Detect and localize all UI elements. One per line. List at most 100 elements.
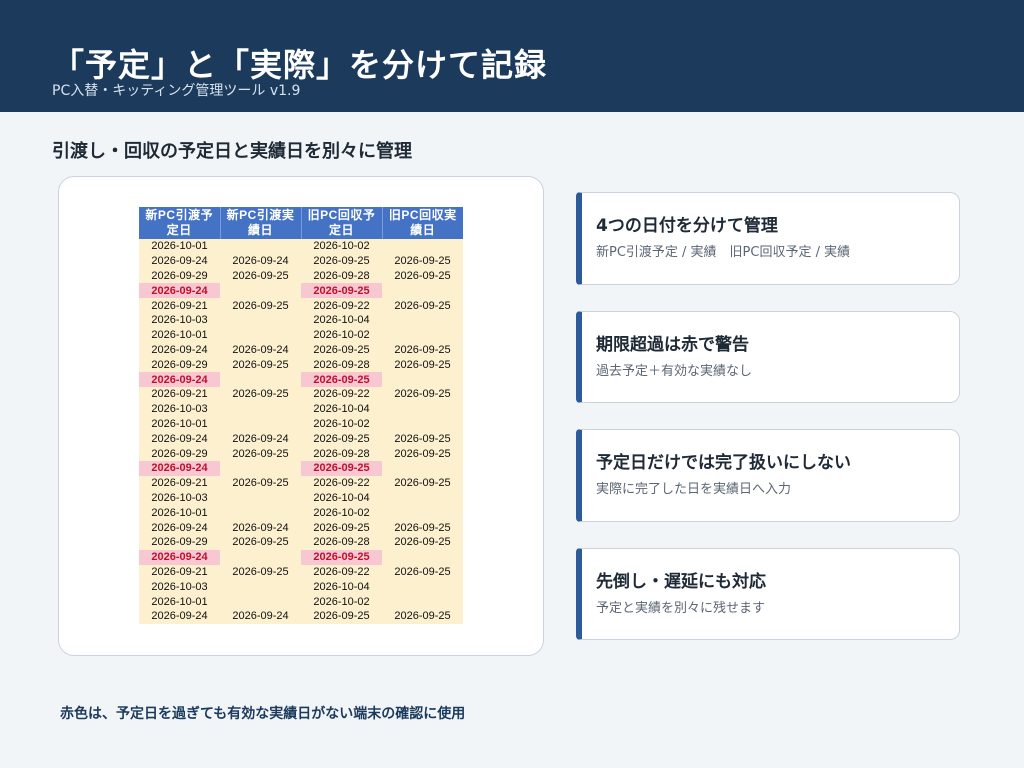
table-cell [220,401,301,417]
table-cell [382,579,463,595]
feature-card: 4つの日付を分けて管理 新PC引渡予定 / 実績 旧PC回収予定 / 実績 [576,192,960,285]
table-cell: 2026-09-28 [301,446,382,461]
table-cell [220,549,301,565]
card-description: 実際に完了した日を実績日へ入力 [596,482,792,497]
table-cell: 2026-09-25 [301,342,382,358]
table-cell: 2026-10-04 [301,312,382,328]
table-cell: 2026-09-24 [139,608,220,624]
table-cell: 2026-09-22 [301,564,382,580]
table-row: 2026-10-01 2026-10-02 [139,239,463,254]
table-row: 2026-09-24 2026-09-25 [139,549,463,565]
table-cell: 2026-09-25 [301,608,382,624]
table-cell: 2026-09-25 [301,283,382,299]
table-cell: 2026-09-22 [301,475,382,491]
table-cell: 2026-09-21 [139,564,220,580]
table-cell: 2026-10-01 [139,327,220,343]
table-cell: 2026-09-25 [220,446,301,461]
table-cell [382,490,463,506]
table-cell [220,327,301,343]
table-cell: 2026-10-03 [139,579,220,595]
table-cell [220,505,301,521]
table-cell [220,283,301,299]
table-cell: 2026-09-24 [139,253,220,269]
table-cell: 2026-09-21 [139,298,220,313]
card-title: 4つの日付を分けて管理 [596,216,778,236]
table-row: 2026-09-29 2026-09-25 2026-09-28 2026-09-25 [139,268,463,284]
table-row: 2026-10-01 2026-10-02 [139,327,463,343]
table-cell: 2026-09-25 [220,298,301,313]
table-row: 2026-09-21 2026-09-25 2026-09-22 2026-09-25 [139,386,463,402]
table-cell: 2026-10-01 [139,594,220,609]
table-cell: 2026-10-02 [301,416,382,432]
table-cell: 2026-10-01 [139,239,220,254]
table-cell: 2026-09-25 [382,268,463,284]
page-subtitle: PC入替・キッティング管理ツール v1.9 [52,83,301,99]
feature-card: 予定日だけでは完了扱いにしない 実際に完了した日を実績日へ入力 [576,429,960,522]
table-row: 2026-10-01 2026-10-02 [139,505,463,521]
table-cell: 2026-09-25 [382,298,463,313]
table-cell: 2026-09-25 [301,253,382,269]
table-cell: 2026-10-03 [139,401,220,417]
table-cell: 2026-10-04 [301,490,382,506]
table-cell [220,416,301,432]
table-row: 2026-09-24 2026-09-24 2026-09-25 2026-09-25 [139,431,463,447]
table-cell: 2026-09-25 [382,253,463,269]
table-cell [220,460,301,476]
table-cell: 2026-09-25 [301,520,382,535]
table-row: 2026-09-24 2026-09-24 2026-09-25 2026-09-25 [139,253,463,269]
card-title: 予定日だけでは完了扱いにしない [596,453,851,473]
table-cell: 2026-09-25 [220,268,301,284]
header-banner: 「予定」と「実際」を分けて記録 PC入替・キッティング管理ツール v1.9 [0,0,1024,112]
table-cell: 2026-09-24 [220,431,301,447]
table-cell [382,372,463,387]
column-header: 旧PC回収実績日 [382,207,463,239]
table-row: 2026-09-21 2026-09-25 2026-09-22 2026-09-25 [139,564,463,580]
table-row: 2026-09-24 2026-09-24 2026-09-25 2026-09-25 [139,342,463,358]
table-cell: 2026-09-25 [220,564,301,580]
table-cell: 2026-09-25 [220,475,301,491]
feature-card: 期限超過は赤で警告 過去予定＋有効な実績なし [576,311,960,403]
table-cell: 2026-09-29 [139,357,220,373]
table-cell: 2026-09-25 [382,534,463,550]
table-cell [220,312,301,328]
table-cell: 2026-09-24 [220,342,301,358]
table-cell: 2026-09-25 [301,372,382,387]
table-row: 2026-09-24 2026-09-25 [139,372,463,387]
table-cell: 2026-10-02 [301,327,382,343]
table-row: 2026-10-03 2026-10-04 [139,579,463,595]
table-cell [220,594,301,609]
table-cell: 2026-09-24 [139,549,220,565]
table-cell: 2026-10-01 [139,416,220,432]
table-cell: 2026-09-25 [382,475,463,491]
table-cell: 2026-09-29 [139,446,220,461]
table-cell: 2026-09-25 [382,520,463,535]
table-cell: 2026-09-28 [301,357,382,373]
table-cell [382,460,463,476]
table-row: 2026-09-24 2026-09-25 [139,283,463,299]
table-row: 2026-09-29 2026-09-25 2026-09-28 2026-09-25 [139,534,463,550]
table-header-row: 新PC引渡予定日 新PC引渡実績日 旧PC回収予定日 旧PC回収実績日 [139,207,463,239]
column-header: 新PC引渡実績日 [220,207,302,239]
table-row: 2026-09-21 2026-09-25 2026-09-22 2026-09-25 [139,298,463,313]
spreadsheet-panel: 新PC引渡予定日 新PC引渡実績日 旧PC回収予定日 旧PC回収実績日 2026… [58,176,544,656]
table-cell [220,372,301,387]
table-row: 2026-10-01 2026-10-02 [139,416,463,432]
table-cell [382,239,463,254]
table-cell: 2026-09-25 [382,608,463,624]
table-cell: 2026-09-24 [220,608,301,624]
table-cell: 2026-09-28 [301,268,382,284]
table-cell: 2026-09-22 [301,298,382,313]
column-header: 新PC引渡予定日 [139,207,221,239]
table-cell: 2026-10-01 [139,505,220,521]
table-cell [382,416,463,432]
table-cell [382,327,463,343]
table-row: 2026-09-29 2026-09-25 2026-09-28 2026-09-25 [139,357,463,373]
table-cell [382,505,463,521]
feature-card: 先倒し・遅延にも対応 予定と実績を別々に残せます [576,548,960,640]
card-title: 先倒し・遅延にも対応 [596,572,766,592]
table-cell: 2026-09-25 [382,357,463,373]
table-cell: 2026-09-25 [301,460,382,476]
table-cell: 2026-09-25 [301,549,382,565]
table-cell: 2026-10-02 [301,505,382,521]
table-cell: 2026-09-24 [220,253,301,269]
